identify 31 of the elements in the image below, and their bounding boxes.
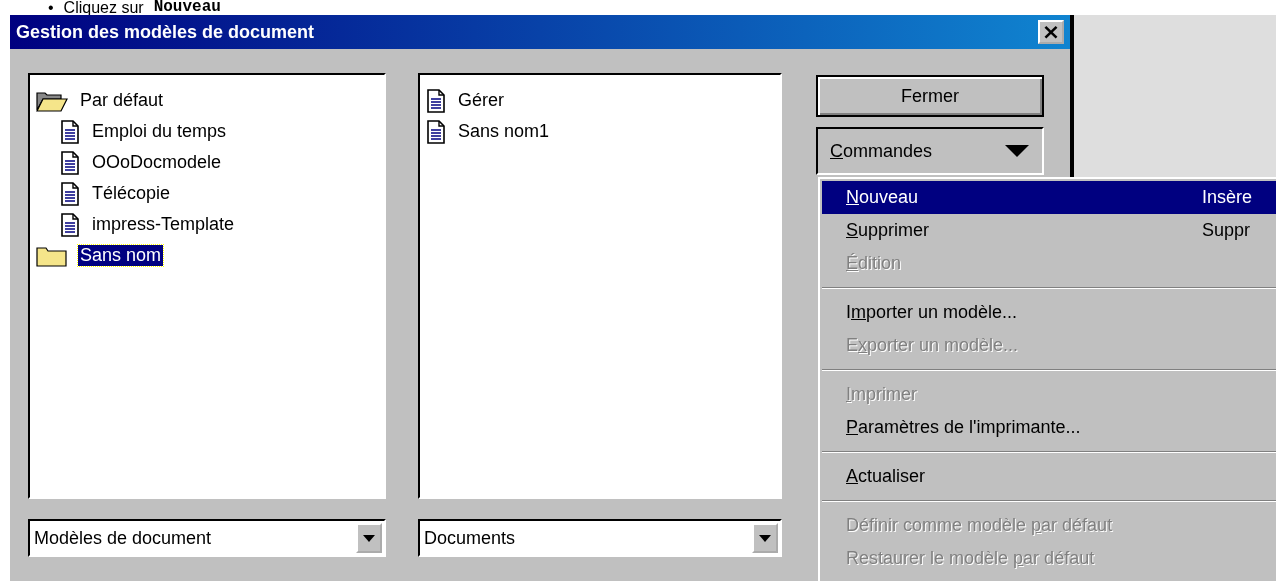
- tree-item[interactable]: Télécopie: [90, 183, 173, 204]
- instruction-text: Cliquez sur: [63, 0, 144, 15]
- dropdown-arrow-icon: [759, 534, 771, 542]
- category-dropdown[interactable]: Modèles de document: [28, 519, 386, 557]
- menu-item[interactable]: Nouveau Insère: [822, 181, 1276, 214]
- close-dialog-button[interactable]: Fermer: [816, 75, 1044, 117]
- list-item[interactable]: Gérer: [456, 90, 506, 111]
- document-icon: [60, 212, 80, 237]
- menu-item[interactable]: Actualiser: [822, 460, 1276, 493]
- document-icon: [426, 88, 446, 113]
- dropdown-arrow-icon: [363, 534, 375, 542]
- dropdown-arrow-icon: [1004, 144, 1030, 158]
- bullet: •: [48, 0, 54, 15]
- list-item[interactable]: Sans nom1: [456, 121, 552, 142]
- close-button[interactable]: ×: [1038, 20, 1064, 44]
- tree-item[interactable]: Emploi du temps: [90, 121, 229, 142]
- tree-item[interactable]: OOoDocmodele: [90, 152, 224, 173]
- menu-item[interactable]: Supprimer Suppr: [822, 214, 1276, 247]
- tree-item[interactable]: Sans nom: [78, 245, 164, 266]
- document-icon: [426, 119, 446, 144]
- region-dropdown[interactable]: Documents: [418, 519, 782, 557]
- command-name: Nouveau: [153, 0, 221, 15]
- tree-item[interactable]: Par défaut: [78, 90, 166, 111]
- menu-item[interactable]: Paramètres de l'imprimante...: [822, 411, 1276, 444]
- document-icon: [60, 181, 80, 206]
- document-icon: [60, 119, 80, 144]
- window-title: Gestion des modèles de document: [16, 21, 315, 43]
- tree-item[interactable]: impress-Template: [90, 214, 237, 235]
- menu-item[interactable]: Importer un modèle...: [822, 296, 1276, 329]
- commands-button[interactable]: Commandes: [816, 127, 1044, 175]
- document-icon: [60, 150, 80, 175]
